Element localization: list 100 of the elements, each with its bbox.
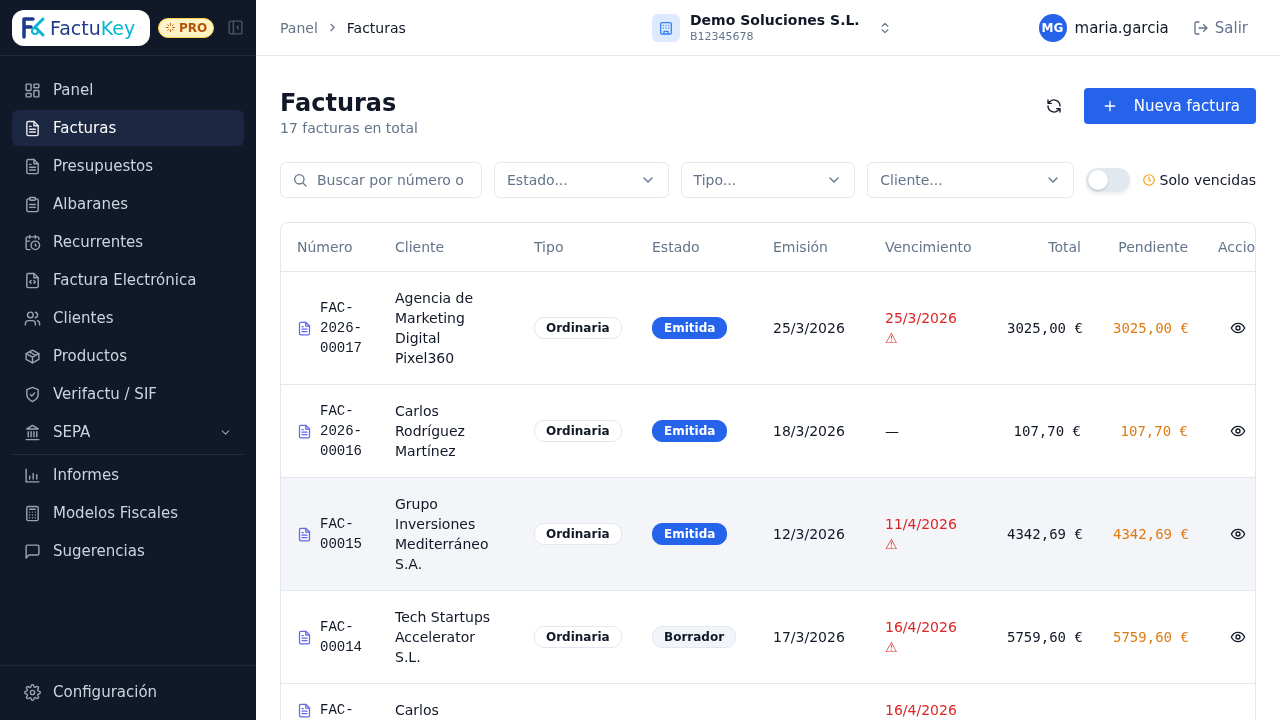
calendar-clock-icon — [24, 233, 41, 251]
column-header: Total — [991, 223, 1097, 272]
sidebar-item[interactable]: Modelos Fiscales — [12, 495, 244, 531]
calculator-icon — [24, 504, 41, 522]
refresh-icon — [1045, 98, 1062, 114]
column-header: Accio — [1204, 223, 1255, 272]
pending-amount: 4342,69 € — [1113, 526, 1189, 542]
document-code-icon — [24, 271, 41, 289]
warning-sign: ⚠ — [885, 638, 899, 657]
invoice-number[interactable]: FAC-00014 — [320, 617, 363, 657]
breadcrumb-link[interactable]: Panel — [280, 19, 318, 36]
status-badge: Emitida — [652, 420, 728, 442]
warning-sign: ⚠ — [885, 535, 899, 554]
breadcrumb-current: Facturas — [346, 19, 406, 36]
shield-check-icon — [24, 385, 41, 403]
company-selector[interactable]: Demo Soluciones S.L. B12345678 — [652, 12, 892, 43]
sidebar-item[interactable]: Verifactu / SIF — [12, 376, 244, 412]
page-title: Facturas — [280, 88, 398, 118]
view-button[interactable] — [1230, 423, 1246, 439]
due-date: 25/3/2026 — [885, 309, 958, 328]
invoice-number[interactable]: FAC-00015 — [320, 514, 363, 554]
invoice-number[interactable]: FAC-2026-00017 — [320, 298, 363, 358]
column-header: Pendiente — [1097, 223, 1204, 272]
clock-icon — [1141, 173, 1156, 187]
user-name: maria.garcia — [1074, 18, 1169, 37]
invoice-number[interactable]: FAC- — [320, 700, 363, 720]
total-amount: 107,70 € — [1013, 423, 1081, 439]
due-date: 11/4/2026 — [885, 515, 958, 534]
client-name: Agencia de Marketing Digital Pixel360 — [395, 290, 474, 366]
eye-icon — [1230, 320, 1246, 336]
type-badge: Ordinaria — [534, 317, 622, 339]
invoice-number[interactable]: FAC-2026-00016 — [320, 401, 363, 461]
sidebar-item[interactable]: Informes — [12, 457, 244, 493]
client-name: Carlos Rodríguez Martínez — [395, 403, 465, 459]
document-icon — [297, 629, 312, 645]
sidebar-item[interactable]: Productos — [12, 338, 244, 374]
grid-icon — [24, 81, 41, 99]
document-icon — [24, 119, 41, 137]
pending-amount: 107,70 € — [1120, 423, 1188, 439]
type-badge: Ordinaria — [534, 523, 622, 545]
logo-text: FactuKey — [50, 16, 136, 39]
document-icon — [297, 320, 312, 336]
sidebar-item[interactable]: Sugerencias — [12, 533, 244, 569]
toggle-label: Solo vencidas — [1159, 172, 1256, 188]
sidebar-item[interactable]: Factura Electrónica — [12, 262, 244, 298]
logout-icon — [1192, 19, 1209, 36]
pending-amount: 5759,60 € — [1113, 629, 1189, 645]
sidebar-item[interactable]: Recurrentes — [12, 224, 244, 260]
column-header: Tipo — [518, 223, 636, 272]
warning-sign: ⚠ — [885, 329, 899, 348]
client-name: Grupo Inversiones Mediterráneo S.A. — [395, 496, 489, 572]
filter-dropdown[interactable]: Estado... — [494, 162, 669, 198]
sidebar-item[interactable]: Clientes — [12, 300, 244, 336]
sidebar-item[interactable]: Presupuestos — [12, 148, 244, 184]
column-header: Emisión — [757, 223, 869, 272]
eye-icon — [1230, 423, 1246, 439]
issue-date: 12/3/2026 — [773, 526, 845, 542]
type-badge: Ordinaria — [534, 420, 622, 442]
building-icon — [652, 13, 680, 42]
user-avatar[interactable]: MG — [1038, 13, 1067, 42]
sidebar-item[interactable]: Panel — [12, 72, 244, 108]
due-date: 16/4/2026 — [885, 701, 958, 720]
search-field[interactable]: Buscar por número o — [280, 162, 482, 198]
view-button[interactable] — [1230, 320, 1246, 336]
pending-amount: 3025,00 € — [1113, 320, 1189, 336]
document-icon — [24, 157, 41, 175]
sidebar-item[interactable]: Facturas — [12, 110, 244, 146]
eye-icon — [1230, 526, 1246, 542]
view-button[interactable] — [1230, 526, 1246, 542]
users-icon — [24, 309, 41, 327]
bar-chart-icon — [24, 466, 41, 484]
column-header: Cliente — [379, 223, 518, 272]
invoice-count: 17 facturas en total — [280, 120, 418, 136]
client-name: Tech Startups Accelerator S.L. — [395, 609, 491, 665]
gear-icon — [24, 683, 41, 701]
sparkle-icon — [165, 22, 176, 33]
issue-date: 25/3/2026 — [773, 320, 845, 336]
status-badge: Emitida — [652, 523, 728, 545]
logout-button[interactable]: Salir — [1192, 18, 1256, 37]
sidebar-item[interactable]: Configuración — [12, 674, 170, 710]
view-button[interactable] — [1230, 629, 1246, 645]
document-icon — [297, 423, 312, 439]
due-date: 16/4/2026 — [885, 618, 958, 637]
issue-date: 17/3/2026 — [773, 629, 845, 645]
total-amount: 4342,69 € — [1007, 526, 1083, 542]
clipboard-icon — [24, 195, 41, 213]
new-invoice-button[interactable]: Nueva factura — [1083, 88, 1256, 124]
bank-icon — [24, 423, 41, 441]
sidebar-item[interactable]: Albaranes — [12, 186, 244, 222]
due-date: — — [885, 422, 900, 441]
sidebar-item[interactable]: SEPA — [12, 414, 244, 450]
client-name: Carlos — [395, 702, 439, 718]
type-badge: Ordinaria — [534, 626, 622, 648]
logo-mark-icon — [20, 15, 46, 40]
total-amount: 5759,60 € — [1007, 629, 1083, 645]
eye-icon — [1230, 629, 1246, 645]
filter-dropdown[interactable]: Cliente... — [867, 162, 1074, 198]
overdue-toggle[interactable] — [1085, 168, 1130, 192]
filter-dropdown[interactable]: Tipo... — [680, 162, 856, 198]
status-badge: Emitida — [652, 317, 728, 339]
